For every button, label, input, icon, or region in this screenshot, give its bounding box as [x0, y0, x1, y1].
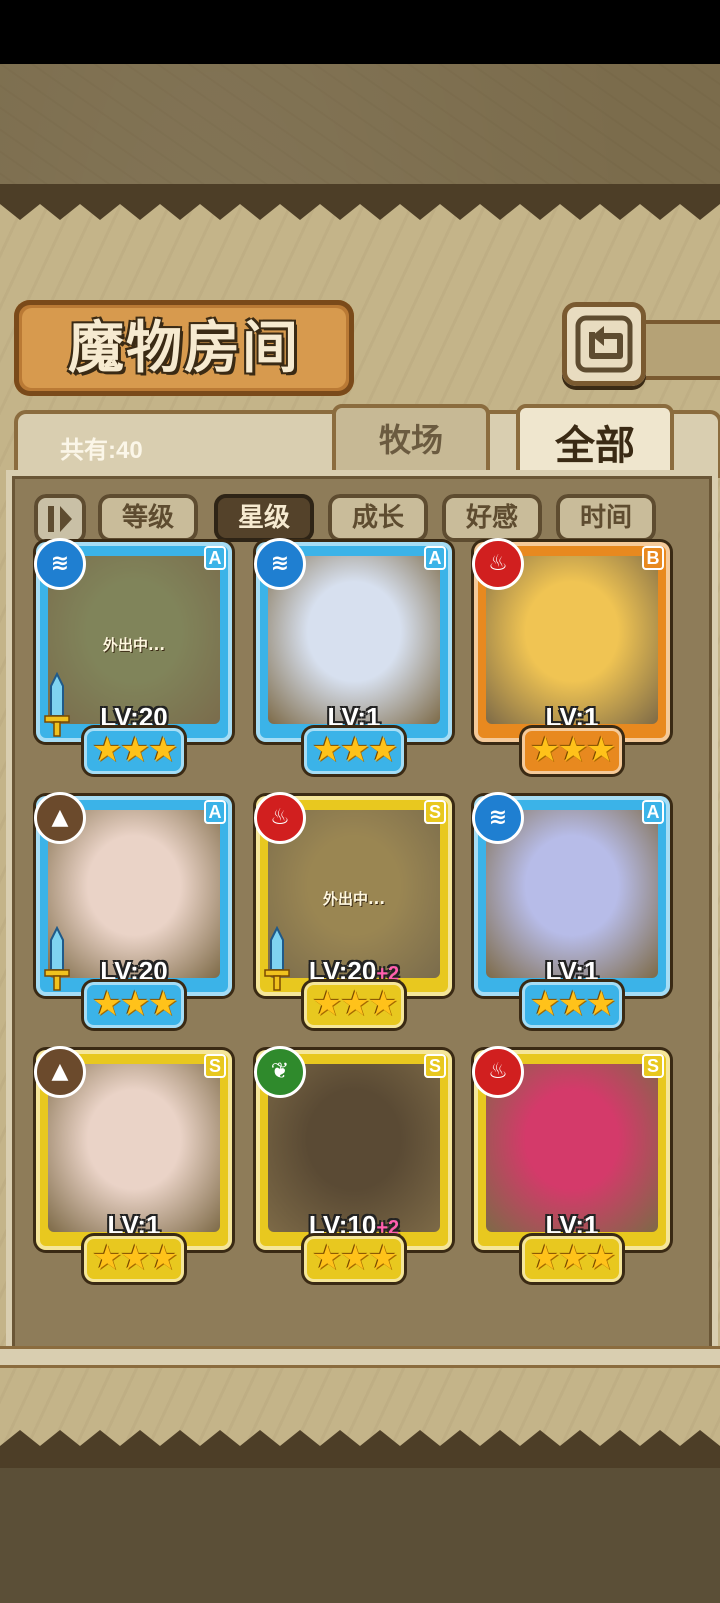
star-icon: ★ — [586, 730, 617, 770]
star-icon: ★ — [558, 1238, 589, 1278]
star-icon: ★ — [558, 730, 589, 770]
monster-card[interactable]: ♨ B LV:1 ★ ★ ★ — [472, 538, 670, 780]
star-icon: ★ — [340, 984, 371, 1024]
fire-icon: ♨ — [472, 1046, 524, 1098]
rarity-badge: B — [642, 546, 664, 570]
monster-card[interactable]: ♨ S LV:1 ★ ★ ★ — [472, 1046, 670, 1288]
monster-card[interactable]: 外出中... ♨ S LV:20+2 ★ ★ ★ — [254, 792, 452, 1034]
monster-card[interactable]: ❦ S LV:10+2 ★ ★ ★ — [254, 1046, 452, 1288]
star-icon: ★ — [340, 730, 371, 770]
star-plate: ★ ★ ★ — [522, 728, 622, 774]
star-icon: ★ — [148, 984, 179, 1024]
star-plate: ★ ★ ★ — [84, 982, 184, 1028]
star-plate: ★ ★ ★ — [304, 728, 404, 774]
monster-card[interactable]: ≋ A LV:1 ★ ★ ★ — [254, 538, 452, 780]
bottom-band — [0, 1450, 720, 1468]
star-icon: ★ — [312, 730, 343, 770]
water-icon: ≋ — [34, 538, 86, 590]
fire-icon: ♨ — [472, 538, 524, 590]
monster-card[interactable]: 外出中... ≋ A LV:20 ★ ★ ★ — [34, 538, 232, 780]
water-icon: ≋ — [472, 792, 524, 844]
zigzag-top — [0, 200, 720, 220]
monster-card[interactable]: ▲ A LV:20 ★ ★ ★ — [34, 792, 232, 1034]
star-icon: ★ — [368, 984, 399, 1024]
star-icon: ★ — [586, 1238, 617, 1278]
star-plate: ★ ★ ★ — [304, 1236, 404, 1282]
star-icon: ★ — [530, 984, 561, 1024]
rarity-badge: A — [204, 800, 226, 824]
status-bar — [0, 0, 720, 64]
water-icon: ≋ — [254, 538, 306, 590]
star-icon: ★ — [530, 730, 561, 770]
star-plate: ★ ★ ★ — [522, 1236, 622, 1282]
page-title: 魔物房间 — [68, 315, 300, 381]
fire-icon: ♨ — [254, 792, 306, 844]
star-icon: ★ — [92, 730, 123, 770]
star-icon: ★ — [312, 984, 343, 1024]
monster-card[interactable]: ▲ S LV:1 ★ ★ ★ — [34, 1046, 232, 1288]
star-icon: ★ — [120, 730, 151, 770]
rarity-badge: A — [642, 800, 664, 824]
lower-background — [0, 1468, 720, 1603]
star-icon: ★ — [92, 1238, 123, 1278]
sort-star-button[interactable]: 星级 — [214, 494, 314, 542]
tab-pasture[interactable]: 牧场 — [332, 404, 490, 476]
back-button[interactable] — [562, 302, 646, 386]
away-status: 外出中... — [322, 890, 386, 908]
monster-count: 共有:40 — [60, 437, 143, 464]
star-plate: ★ ★ ★ — [84, 1236, 184, 1282]
away-status: 外出中... — [102, 636, 166, 654]
star-icon: ★ — [586, 984, 617, 1024]
monster-room-screen: 魔物房间 共有:40 牧场 全部 等级 星级 成长 好感 时间 外出中... ≋ A… — [0, 0, 720, 1603]
star-icon: ★ — [340, 1238, 371, 1278]
star-icon: ★ — [148, 730, 179, 770]
sort-affection-button[interactable]: 好感 — [442, 494, 542, 542]
star-icon: ★ — [120, 984, 151, 1024]
sort-order-icon — [48, 506, 72, 532]
star-icon: ★ — [92, 984, 123, 1024]
sort-time-button[interactable]: 时间 — [556, 494, 656, 542]
rarity-badge: A — [204, 546, 226, 570]
monster-card[interactable]: ≋ A LV:1 ★ ★ ★ — [472, 792, 670, 1034]
sort-order-toggle[interactable] — [34, 494, 86, 544]
star-icon: ★ — [530, 1238, 561, 1278]
sort-level-button[interactable]: 等级 — [98, 494, 198, 542]
rarity-badge: S — [424, 800, 446, 824]
back-button-rail — [642, 320, 720, 380]
star-icon: ★ — [558, 984, 589, 1024]
rarity-badge: A — [424, 546, 446, 570]
zigzag-bottom — [0, 1430, 720, 1450]
star-icon: ★ — [120, 1238, 151, 1278]
earth-icon: ▲ — [34, 1046, 86, 1098]
list-bottom-rail — [0, 1346, 720, 1368]
return-arrow-icon — [575, 315, 633, 373]
rarity-badge: S — [424, 1054, 446, 1078]
star-plate: ★ ★ ★ — [84, 728, 184, 774]
star-icon: ★ — [312, 1238, 343, 1278]
rarity-badge: S — [642, 1054, 664, 1078]
star-plate: ★ ★ ★ — [304, 982, 404, 1028]
star-icon: ★ — [368, 1238, 399, 1278]
earth-icon: ▲ — [34, 792, 86, 844]
rarity-badge: S — [204, 1054, 226, 1078]
sort-growth-button[interactable]: 成长 — [328, 494, 428, 542]
star-plate: ★ ★ ★ — [522, 982, 622, 1028]
star-icon: ★ — [148, 1238, 179, 1278]
star-icon: ★ — [368, 730, 399, 770]
title-plate: 魔物房间 — [14, 300, 354, 396]
wind-icon: ❦ — [254, 1046, 306, 1098]
